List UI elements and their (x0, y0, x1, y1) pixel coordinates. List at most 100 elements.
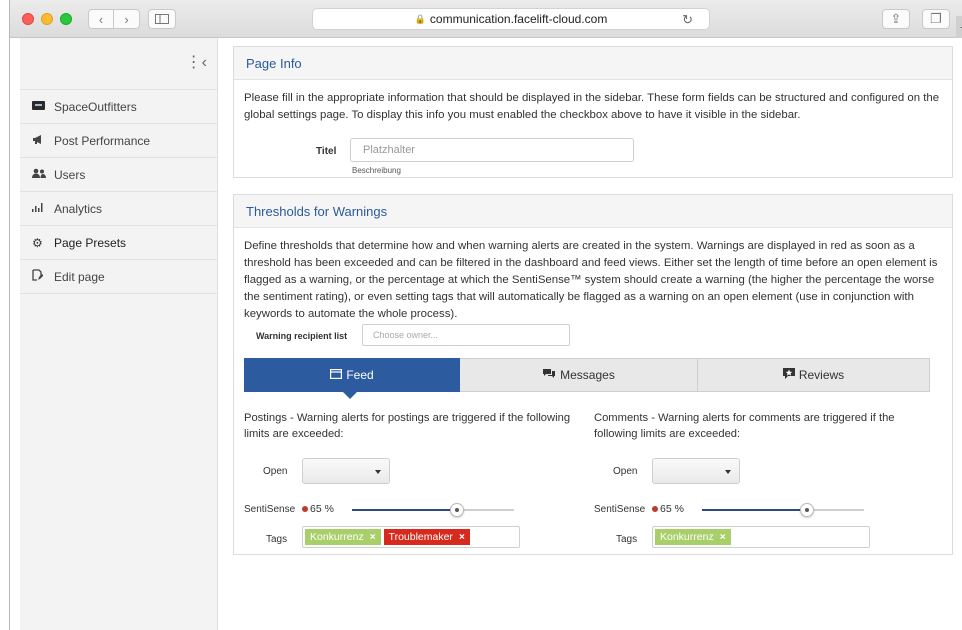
forward-button[interactable]: › (114, 9, 140, 29)
main-content: Page Info Please fill in the appropriate… (219, 38, 962, 630)
tags-input[interactable]: Konkurrenz × Troublemaker × (302, 526, 520, 548)
bar-chart-icon (32, 202, 54, 215)
tab-label: Reviews (798, 368, 845, 382)
sidebar-item-page-presets[interactable]: ⚙ Page Presets (20, 226, 218, 260)
panel-title: Thresholds for Warnings (234, 195, 952, 228)
slider-fill (352, 509, 458, 511)
sidebar-nav: SpaceOutfitters Post Performance Users A… (20, 89, 218, 294)
sidebar-item-label: Analytics (54, 201, 103, 216)
tag-chip: Konkurrenz × (305, 529, 381, 545)
tab-messages[interactable]: Messages (460, 358, 698, 392)
sidebar-item-post-performance[interactable]: Post Performance (20, 124, 218, 158)
share-icon: ⇪ (890, 11, 902, 26)
warning-recipient-label: Warning recipient list (256, 331, 348, 341)
threshold-tabs: Feed Messages Reviews (244, 358, 930, 399)
chevron-left-icon: ‹ (98, 11, 104, 27)
address-bar[interactable]: 🔒 communication.facelift-cloud.com ↻ (312, 8, 710, 30)
status-dot-icon (652, 506, 658, 512)
titel-label: Titel (316, 146, 337, 157)
lock-icon: 🔒 (414, 13, 426, 24)
tag-label: Konkurrenz (310, 531, 364, 543)
users-icon (32, 168, 54, 182)
slider-handle[interactable] (800, 503, 815, 517)
tab-reviews[interactable]: Reviews (698, 358, 930, 392)
slider-fill (702, 509, 808, 511)
tag-chip: Konkurrenz × (655, 529, 731, 545)
status-dot-icon (302, 506, 308, 512)
edit-page-icon (32, 269, 54, 284)
feed-icon (330, 368, 343, 382)
back-button[interactable]: ‹ (88, 9, 114, 29)
tab-label: Feed (346, 368, 374, 382)
window-edge (9, 0, 10, 630)
sidebar-item-spaceoutfitters[interactable]: SpaceOutfitters (20, 90, 218, 124)
postings-description: Postings - Warning alerts for postings a… (244, 412, 571, 440)
sidebar-item-label: Post Performance (54, 133, 151, 148)
sidebar-item-analytics[interactable]: Analytics (20, 192, 218, 226)
sidebar-item-label: SpaceOutfitters (54, 99, 137, 114)
share-button[interactable]: ⇪ (882, 9, 910, 29)
history-nav: ‹ › (88, 9, 140, 29)
titel-input[interactable]: Platzhalter (350, 138, 634, 162)
comments-settings: Comments - Warning alerts for comments a… (594, 410, 934, 548)
sentisense-slider[interactable] (702, 503, 864, 517)
slider-handle[interactable] (450, 503, 465, 517)
brand-logo-icon (32, 100, 54, 113)
tabs-icon: ❐ (930, 11, 942, 26)
sentisense-label: SentiSense (594, 504, 646, 515)
tags-label: Tags (266, 534, 288, 545)
open-label: Open (263, 466, 288, 477)
sidebar-item-label: Page Presets (54, 235, 127, 250)
sidebar-item-label: Users (54, 167, 86, 182)
warning-recipient-input[interactable]: Choose owner... (362, 324, 570, 346)
window-controls (22, 13, 72, 25)
sentisense-slider[interactable] (352, 503, 514, 517)
tab-feed[interactable]: Feed (244, 358, 460, 399)
messages-icon (542, 368, 556, 382)
reviews-icon (782, 368, 795, 382)
tags-label: Tags (616, 534, 638, 545)
thresholds-panel: Thresholds for Warnings Define threshold… (233, 194, 953, 555)
caret-down-icon (375, 470, 381, 474)
new-tab-button[interactable]: + (956, 16, 962, 38)
sidebar-item-edit-page[interactable]: Edit page (20, 260, 218, 294)
sentisense-label: SentiSense (244, 504, 296, 515)
tag-label: Troublemaker (388, 531, 453, 543)
tag-label: Konkurrenz (660, 531, 714, 543)
sidebar-icon (155, 14, 169, 24)
tag-chip: Troublemaker × (383, 529, 470, 545)
page-info-panel: Page Info Please fill in the appropriate… (233, 46, 953, 178)
minimize-window-button[interactable] (41, 13, 53, 25)
open-select[interactable] (652, 458, 740, 484)
open-select[interactable] (302, 458, 390, 484)
titel-help-text: Beschreibung (352, 166, 401, 175)
reload-icon[interactable]: ↻ (682, 12, 693, 28)
app-sidebar: ⋮‹ SpaceOutfitters Post Performance User… (20, 38, 218, 630)
postings-settings: Postings - Warning alerts for postings a… (244, 410, 584, 548)
sentisense-value: 65 % (660, 503, 684, 515)
remove-tag-icon[interactable]: × (459, 532, 465, 543)
show-tabs-button[interactable]: ❐ (922, 9, 950, 29)
panel-description: Please fill in the appropriate informati… (244, 92, 940, 121)
megaphone-icon (32, 134, 54, 148)
url-text: communication.facelift-cloud.com (429, 12, 608, 26)
gear-icon: ⚙ (32, 235, 43, 250)
chevron-right-icon: › (124, 11, 129, 27)
sentisense-value: 65 % (310, 503, 334, 515)
collapse-sidebar-icon[interactable]: ⋮‹ (186, 52, 207, 72)
caret-down-icon (725, 470, 731, 474)
panel-title: Page Info (234, 47, 952, 80)
remove-tag-icon[interactable]: × (720, 532, 726, 543)
comments-description: Comments - Warning alerts for comments a… (594, 412, 895, 440)
remove-tag-icon[interactable]: × (370, 532, 376, 543)
open-label: Open (613, 466, 638, 477)
sidebar-item-label: Edit page (54, 269, 105, 284)
tags-input[interactable]: Konkurrenz × (652, 526, 870, 548)
zoom-window-button[interactable] (60, 13, 72, 25)
tab-label: Messages (560, 368, 615, 382)
panel-description: Define thresholds that determine how and… (244, 240, 938, 320)
browser-sidebar-button[interactable] (148, 9, 176, 29)
sidebar-item-users[interactable]: Users (20, 158, 218, 192)
close-window-button[interactable] (22, 13, 34, 25)
browser-toolbar: ‹ › 🔒 communication.facelift-cloud.com ↻… (10, 0, 962, 38)
